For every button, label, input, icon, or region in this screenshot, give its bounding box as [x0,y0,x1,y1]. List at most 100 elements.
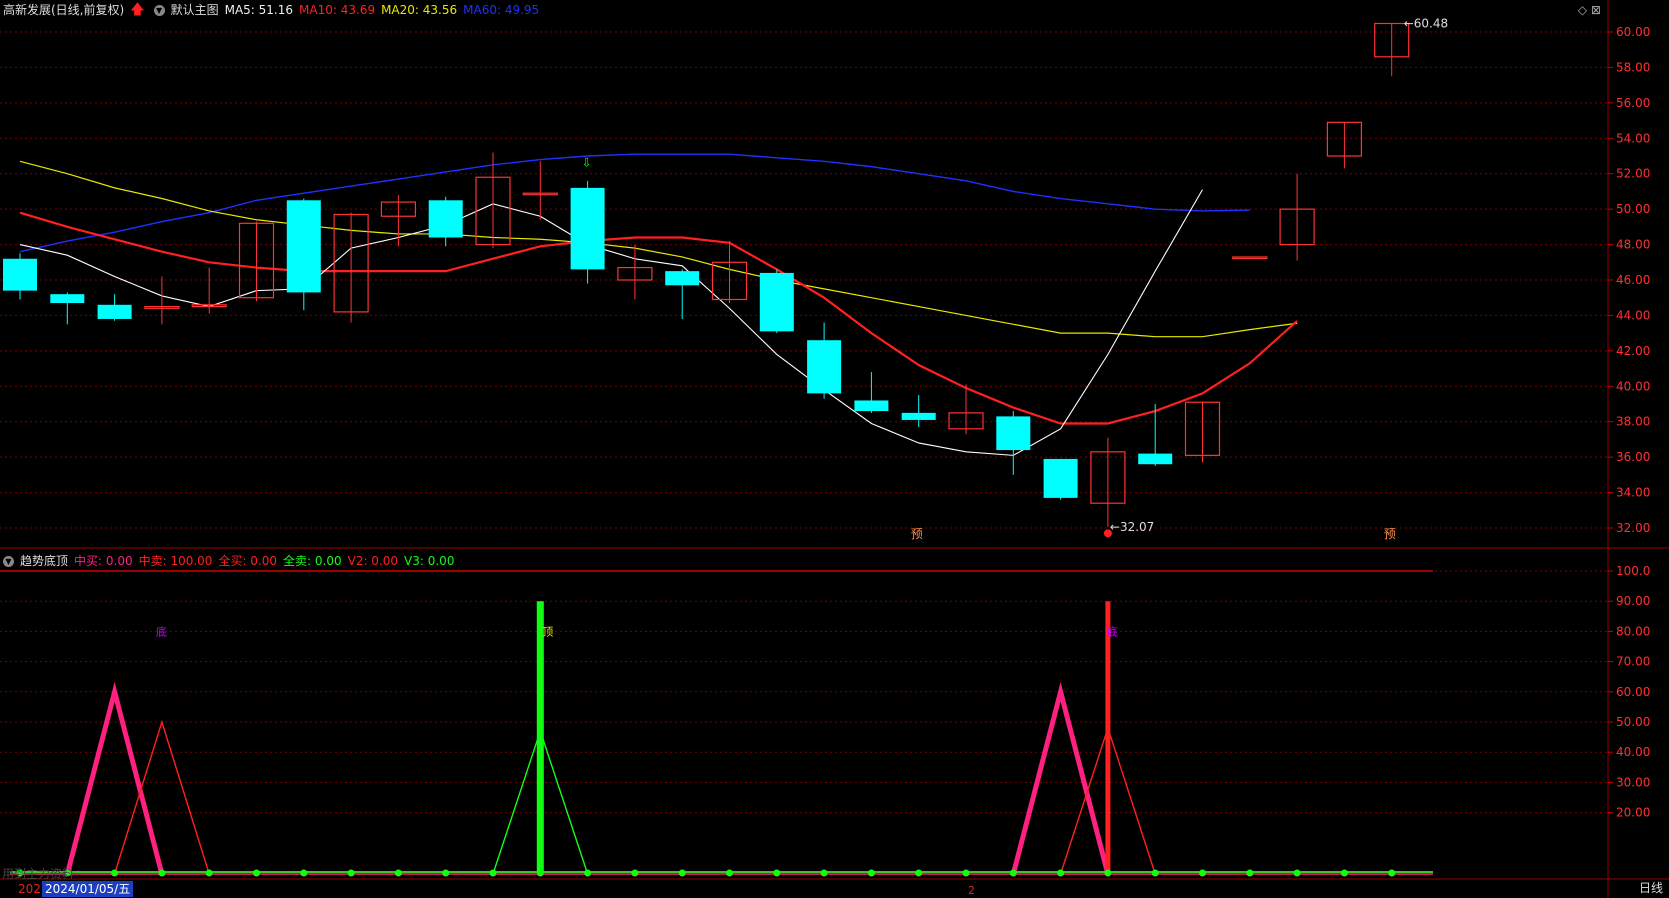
ind-tick-label: 90.00 [1616,594,1650,608]
price-tick-label: 44.00 [1616,308,1650,322]
indicator-title[interactable]: 趋势底顶 [20,551,68,571]
baseline-dot [820,869,828,877]
dropdown-circle-icon[interactable]: ▼ [3,555,14,567]
ind-tick-label: 30.00 [1616,775,1650,789]
price-tick-label: 60.00 [1616,25,1650,39]
ind-tick-label: 50.00 [1616,715,1650,729]
baseline-dot [536,869,544,877]
baseline-dot [584,869,592,877]
baseline-dot [158,869,166,877]
price-tick-label: 32.00 [1616,521,1650,535]
ma5-line [19,189,1203,456]
low-price-label: ←32.07 [1110,520,1154,534]
watermark-text: 用到主力资料 [2,867,75,881]
ma20-value: MA20: 43.56 [381,3,458,17]
main-chart-header: 高新发展(日线,前复权) 🡅 ▼ 默认主图 MA5: 51.16 MA10: 4… [0,0,539,20]
candle-body [570,187,605,270]
price-tick-label: 50.00 [1616,202,1650,216]
baseline-dot [1199,869,1206,877]
candle-body [1232,256,1268,260]
baseline-dot [867,869,875,877]
candle-body [50,294,85,304]
baseline-dot [915,869,923,877]
candle-body [97,304,132,319]
price-tick-label: 42.00 [1616,344,1650,358]
baseline-dot [1151,869,1159,877]
baseline-dot [489,869,497,877]
candle-body [1138,453,1173,465]
template-name[interactable]: 默认主图 [171,0,219,20]
candle-body [1043,458,1078,498]
chart-canvas[interactable]: 60.00 58.00 56.00 54.00 52.00 50.00 48.00 46.00… [0,0,1669,898]
price-tick-label: 48.00 [1616,238,1650,252]
price-tick-label: 56.00 [1616,96,1650,110]
baseline-dot [1340,869,1348,877]
price-tick-label: 58.00 [1616,60,1650,74]
ind-value-quanmai2: 全卖: 0.00 [283,554,342,568]
candle-body [854,400,889,412]
low-marker-icon [1103,529,1112,538]
ind-value-quanmai: 全买: 0.00 [218,554,278,568]
date-cursor-label: 2024/01/05/五 [42,881,134,897]
baseline-dot [678,869,686,877]
baseline-dot [726,869,733,877]
baseline-dot [1009,869,1017,877]
bottom-label: 底 [1107,624,1118,638]
baseline-dot [111,869,119,877]
axis-mark: 2 [968,884,975,897]
ind-tick-label: 80.00 [1616,624,1650,638]
dropdown-circle-icon[interactable]: ▼ [153,4,165,16]
baseline-dot [394,869,402,877]
candle-body [807,340,842,394]
window-corner-icons[interactable]: ◇ ⊠ [1578,3,1601,17]
high-price-label: ←60.48 [1404,16,1448,30]
signal-label: 预 [1384,527,1396,541]
year-label: 202 [18,882,41,896]
baseline-dot [1246,869,1254,877]
ind-tick-label: 40.00 [1616,745,1650,759]
baseline-dot [1293,869,1301,877]
baseline-dot [1057,869,1065,877]
candle-body [286,200,321,293]
candle-body [759,272,794,332]
price-tick-label: 38.00 [1616,415,1650,429]
candle-body [665,271,700,286]
baseline-dot [300,869,308,877]
candle-body [428,200,463,238]
ind-value-v2: V2: 0.00 [347,554,399,568]
ind-value-zhongmai: 中买: 0.00 [74,554,133,568]
period-tab[interactable]: 日线 [1639,879,1663,896]
ind-tick-label: 70.00 [1616,655,1650,669]
red-up-arrow-icon: 🡅 [130,2,145,18]
price-tick-label: 54.00 [1616,131,1650,145]
ind-tick-label: 100.0 [1616,564,1650,578]
baseline-dot [442,869,450,877]
ma5-value: MA5: 51.16 [224,3,294,17]
candle-body [901,412,936,420]
price-tick-label: 52.00 [1616,167,1650,181]
baseline-dot [962,869,970,877]
candle-body [3,258,37,291]
baseline-dot [773,869,781,877]
bottom-label: 底 [156,624,167,638]
ma60-value: MA60: 49.95 [463,3,540,17]
ma20-line [19,160,1298,338]
baseline-dot [631,869,639,877]
baseline-dot [253,869,260,877]
candle-body [996,416,1031,451]
price-tick-label: 40.00 [1616,379,1650,393]
price-tick-label: 36.00 [1616,450,1650,464]
top-label: 顶 [542,625,553,638]
down-arrow-icon: ⇩ [582,156,592,170]
signal-label: 预 [911,527,923,541]
stock-title[interactable]: 高新发展(日线,前复权) [3,0,124,20]
indicator-header: ▼ 趋势底顶 中买: 0.00 中卖: 100.00 全买: 0.00 全卖: … [0,551,454,571]
ind-tick-label: 20.00 [1616,806,1650,820]
baseline-dot [1388,869,1396,877]
ind-value-zhongmai2: 中卖: 100.00 [138,554,213,568]
ind-value-v3: V3: 0.00 [404,554,455,568]
price-tick-label: 34.00 [1616,486,1650,500]
baseline-dot [1104,869,1112,877]
price-tick-label: 46.00 [1616,273,1650,287]
ind-tick-label: 60.00 [1616,685,1650,699]
